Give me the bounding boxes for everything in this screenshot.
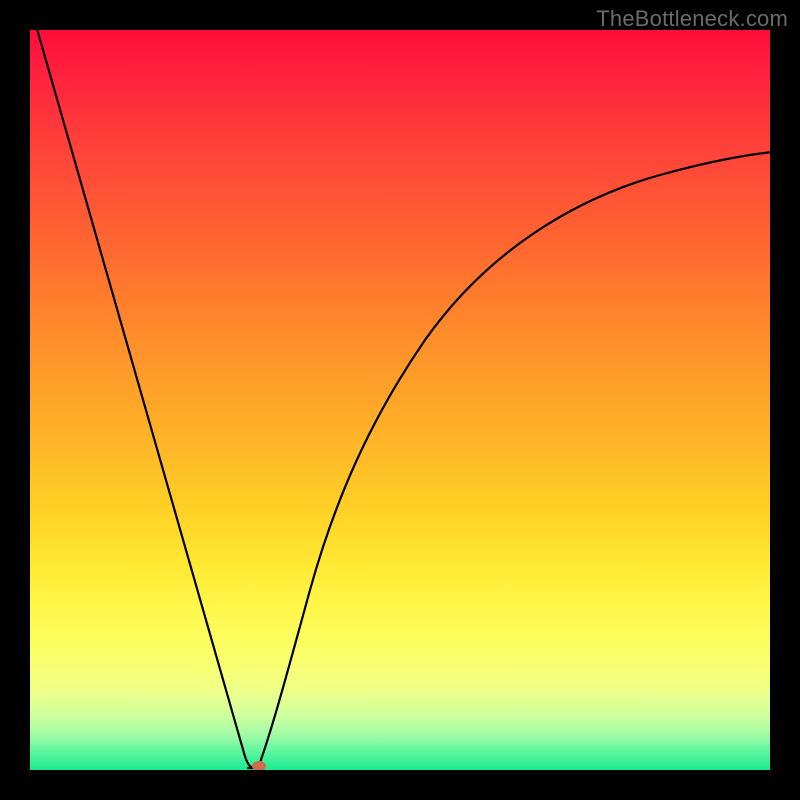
plot-area <box>30 30 770 770</box>
curve-left-limb <box>33 30 254 768</box>
curve-svg <box>30 30 770 770</box>
curve-right-limb <box>258 152 770 768</box>
watermark-text: TheBottleneck.com <box>596 6 788 32</box>
minimum-marker <box>252 761 266 770</box>
chart-frame: TheBottleneck.com <box>0 0 800 800</box>
